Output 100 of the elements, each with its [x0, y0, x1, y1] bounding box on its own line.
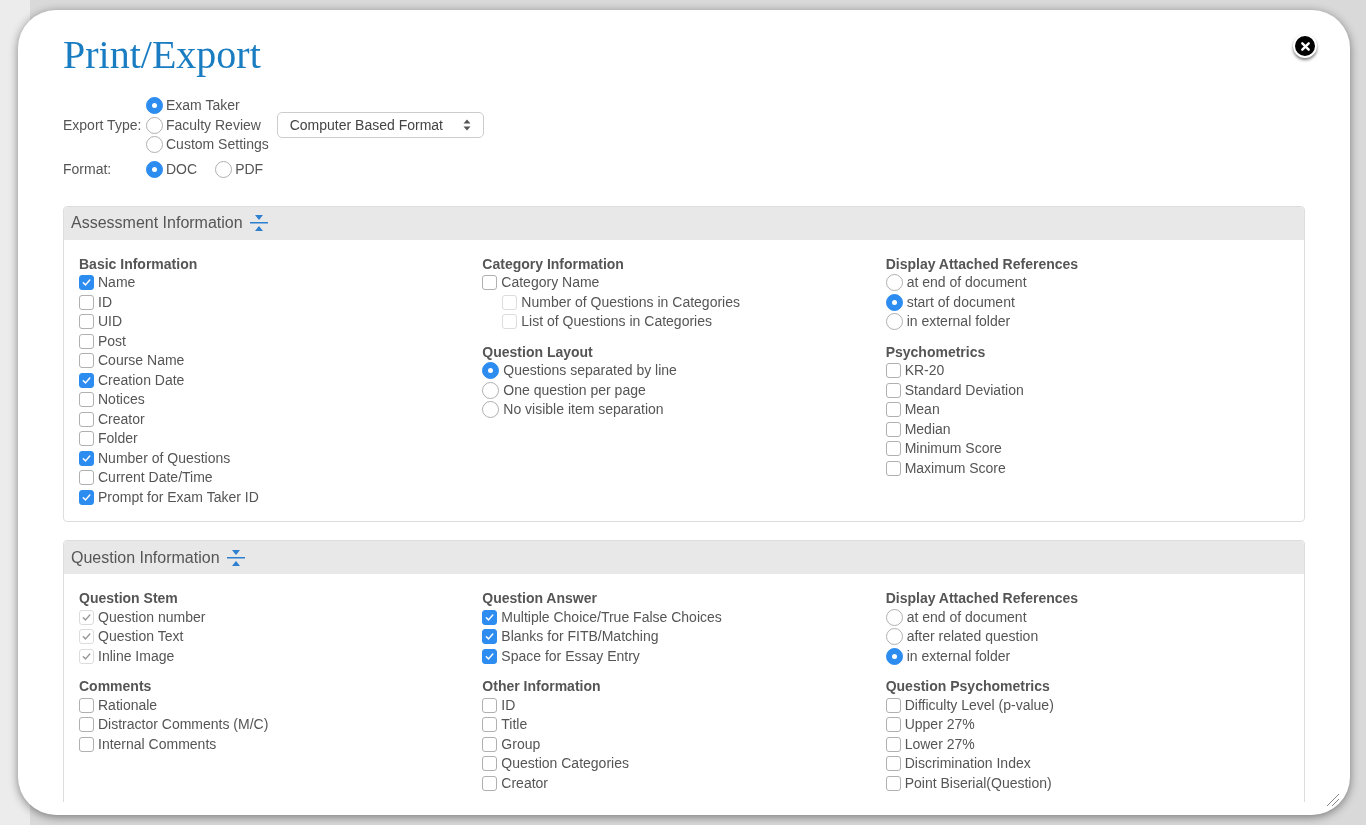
checkbox-label: Course Name — [98, 351, 185, 371]
checkmark-icon — [81, 374, 92, 386]
close-button[interactable] — [1293, 34, 1317, 58]
radio-button[interactable] — [482, 362, 500, 380]
checkbox[interactable] — [885, 460, 901, 476]
checkmark-icon — [81, 277, 92, 289]
checkbox-label: Space for Essay Entry — [501, 646, 640, 666]
checkbox[interactable] — [482, 629, 498, 645]
checkbox[interactable] — [79, 489, 94, 505]
checkbox-label: Folder — [98, 429, 138, 449]
radio-button[interactable] — [885, 274, 903, 292]
group-heading: Display Attached References — [885, 589, 1080, 608]
checkbox-label: Question Text — [98, 627, 184, 647]
checkbox-label: Maximum Score — [904, 458, 1006, 478]
checkbox[interactable] — [79, 372, 94, 388]
radio-button[interactable] — [885, 647, 903, 665]
group-heading: Comments — [79, 677, 153, 696]
radio-label: at end of document — [906, 607, 1027, 627]
checkbox[interactable] — [482, 756, 498, 772]
resize-grip-icon[interactable] — [1326, 793, 1340, 807]
radio-label: in external folder — [906, 646, 1011, 666]
checkbox[interactable] — [79, 294, 94, 310]
radio-button[interactable] — [146, 136, 163, 154]
format-select[interactable]: Computer Based Format — [276, 112, 484, 139]
checkbox[interactable] — [79, 314, 94, 330]
checkbox[interactable] — [482, 697, 498, 713]
radio-button[interactable] — [146, 97, 163, 115]
checkbox-label: Question Categories — [501, 754, 629, 774]
checkbox[interactable] — [885, 775, 901, 791]
dialog-title: Print/Export — [63, 31, 261, 79]
radio-button[interactable] — [885, 608, 903, 626]
radio-button[interactable] — [146, 116, 163, 134]
checkbox[interactable] — [79, 353, 94, 369]
checkbox-label: Mean — [904, 400, 940, 420]
checkbox[interactable] — [79, 431, 94, 447]
checkbox-label: ID — [501, 695, 516, 715]
checkbox[interactable] — [482, 648, 498, 664]
checkbox[interactable] — [885, 382, 901, 398]
radio-label: One question per page — [503, 380, 646, 400]
checkbox[interactable] — [885, 421, 901, 437]
radio-button[interactable] — [885, 313, 903, 331]
group-heading: Other Information — [482, 677, 602, 696]
checkbox[interactable] — [79, 411, 94, 427]
checkbox-label: Current Date/Time — [98, 468, 213, 488]
group-heading: Question Psychometrics — [885, 677, 1051, 696]
checkbox[interactable] — [885, 697, 901, 713]
checkbox-label: Point Biserial(Question) — [904, 773, 1052, 793]
checkbox-label: UID — [98, 312, 123, 332]
checkbox-label: Creator — [501, 773, 548, 793]
checkbox[interactable] — [885, 363, 901, 379]
group-heading: Category Information — [482, 254, 625, 273]
checkmark-icon — [484, 650, 496, 662]
checkmark-icon — [484, 611, 496, 623]
field-label: Format: — [63, 159, 113, 179]
radio-label: at end of document — [906, 273, 1027, 293]
radio-button[interactable] — [146, 160, 163, 178]
checkbox[interactable] — [79, 736, 94, 752]
close-icon — [1299, 40, 1311, 52]
radio-button[interactable] — [885, 628, 903, 646]
group-heading: Display Attached References — [885, 254, 1080, 273]
checkbox[interactable] — [79, 697, 94, 713]
checkbox[interactable] — [885, 402, 901, 418]
radio-label: start of document — [906, 292, 1015, 312]
checkbox[interactable] — [482, 609, 498, 625]
checkbox[interactable] — [482, 775, 498, 791]
collapse-icon[interactable] — [225, 548, 246, 567]
radio-label: No visible item separation — [503, 400, 664, 420]
checkbox[interactable] — [79, 275, 94, 291]
checkbox[interactable] — [482, 717, 498, 733]
checkbox[interactable] — [79, 470, 94, 486]
checkbox-label: Group — [501, 734, 541, 754]
section-title: Assessment Information — [71, 213, 243, 233]
checkbox[interactable] — [79, 333, 94, 349]
checkbox[interactable] — [79, 717, 94, 733]
radio-button[interactable] — [482, 401, 500, 419]
checkbox[interactable] — [885, 756, 901, 772]
checkbox[interactable] — [79, 450, 94, 466]
radio-label: Faculty Review — [166, 115, 261, 135]
group-heading: Psychometrics — [885, 342, 987, 361]
checkbox-label: List of Questions in Categories — [521, 312, 712, 332]
checkbox[interactable] — [79, 392, 94, 408]
radio-button[interactable] — [885, 293, 903, 311]
checkbox[interactable] — [482, 275, 498, 291]
field-label: Export Type: — [63, 115, 143, 135]
checkbox-label: Notices — [98, 390, 145, 410]
checkbox-label: Blanks for FITB/Matching — [501, 627, 659, 647]
checkmark-icon — [81, 491, 92, 503]
collapse-icon[interactable] — [248, 214, 269, 232]
group-heading: Question Layout — [482, 342, 594, 361]
checkbox[interactable] — [885, 717, 901, 733]
checkbox[interactable] — [885, 736, 901, 752]
checkbox[interactable] — [482, 736, 498, 752]
checkmark-icon — [484, 631, 496, 643]
checkbox-label: Difficulty Level (p-value) — [904, 695, 1054, 715]
radio-button[interactable] — [215, 160, 233, 178]
checkbox[interactable] — [885, 441, 901, 457]
radio-label: PDF — [235, 159, 264, 179]
radio-button[interactable] — [482, 381, 500, 399]
checkbox-label: Distractor Comments (M/C) — [98, 715, 269, 735]
group-heading: Basic Information — [79, 254, 199, 273]
